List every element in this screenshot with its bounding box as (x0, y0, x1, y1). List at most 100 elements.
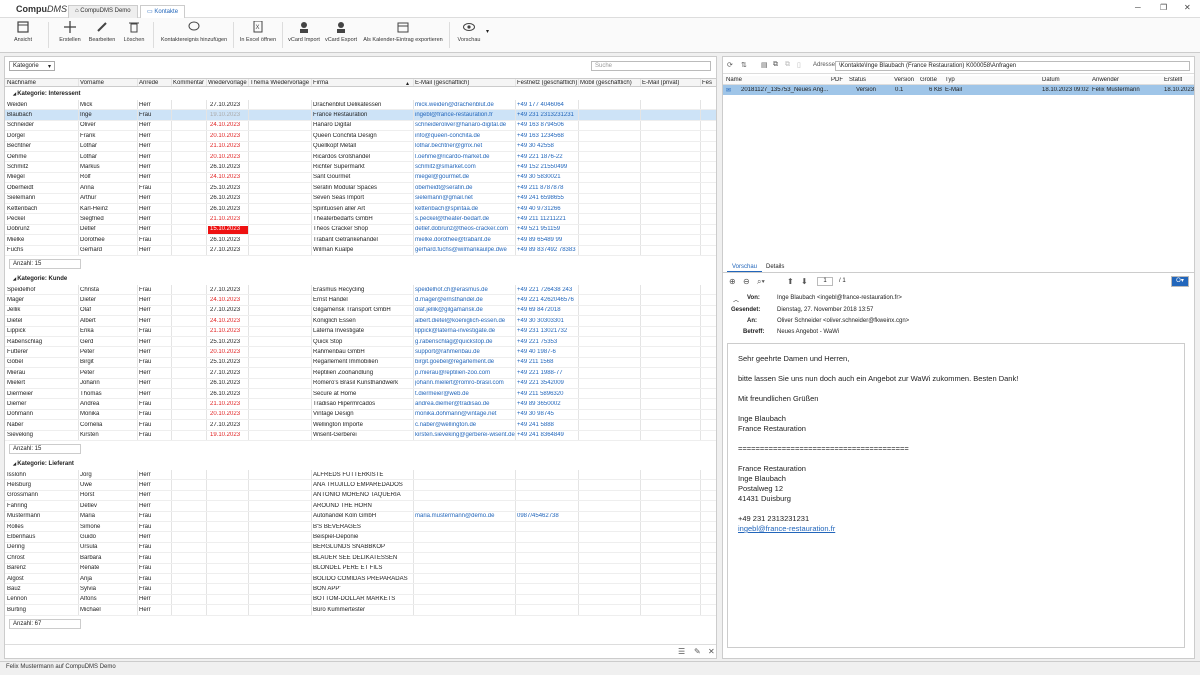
table-row[interactable]: Bauz Sylvia Frau BON APP' (5, 584, 716, 595)
column-header[interactable]: E-Mail (privat) (642, 80, 700, 86)
table-row[interactable]: Mager Dieter Herr 24.10.2023 Ernst Handel d.m… (5, 295, 716, 306)
table-row[interactable]: Dohmann Monika Frau 20.10.2023 Vintage Desig… (5, 409, 716, 421)
table-row[interactable]: Bechtner Lothar Herr 21.10.2023 Quellkopf Me… (5, 141, 716, 152)
column-header[interactable]: Thema Wiedervorlage (250, 80, 312, 86)
table-row[interactable]: Peckel Siegfried Herr 21.10.2023 Theaterbeda… (5, 214, 716, 225)
view-button[interactable]: Ansicht (8, 21, 38, 43)
edit-button[interactable]: Bearbeiten (86, 21, 118, 43)
group-by-select[interactable]: Kategorie ▾ (9, 61, 55, 71)
search-icon[interactable]: ⌕▾ (757, 277, 765, 287)
copy-icon[interactable]: ⧉ (773, 61, 778, 69)
table-row[interactable]: Schmitz Markus Herr 26.10.2023 Richter Super… (5, 162, 716, 173)
table-row[interactable]: Oehme Lothar Herr 20.10.2023 Ricardos Großha… (5, 152, 716, 163)
table-row[interactable]: Barenz Renate Frau BLONDEL PERE ET FILS (5, 563, 716, 574)
column-header[interactable]: Mobil (geschäftlich) (580, 80, 640, 86)
filter-icon[interactable]: ☰ (678, 647, 685, 656)
tab-kontakte[interactable]: ▭ Kontakte (140, 5, 186, 18)
table-row[interactable]: Futterer Peter Herr 20.10.2023 Rahmenbau Gmb… (5, 347, 716, 358)
zoom-in-icon[interactable]: ⊕ (729, 277, 736, 286)
table-row[interactable]: Schneider Oliver Herr 24.10.2023 Hanaro Digi… (5, 120, 716, 132)
arrow-down-icon[interactable]: ⬇ (801, 277, 808, 286)
table-row[interactable]: Fahring Detlev Herr AROUND THE HORN (5, 501, 716, 512)
table-row[interactable]: Rolles Simone Frau B'S BEVERAGES (5, 522, 716, 533)
table-row[interactable]: Isslohn Jörg Herr ALFREDS FUTTERKISTE (5, 470, 716, 481)
table-row[interactable]: Sieveking Kirsten Frau 19.10.2023 Wisent-Ger… (5, 430, 716, 441)
arrow-up-icon[interactable]: ⬆ (787, 277, 794, 286)
column-header[interactable]: Anrede (139, 80, 171, 86)
table-row[interactable]: Helsburg Uwe Herr ANA TRUJILLO EMPAREDADOS (5, 480, 716, 491)
column-header[interactable]: Festnetz (geschäftlich) (517, 80, 579, 86)
address-field[interactable]: \Kontakte\Inge Blaubach (France Restaura… (835, 61, 1190, 71)
tab-preview[interactable]: Vorschau (727, 263, 763, 272)
group-header[interactable]: ◢ Kategorie: Kunde (5, 274, 716, 284)
zoom-out-icon[interactable]: ⊖ (743, 277, 750, 286)
table-row[interactable]: Elbenhaus Guido Herr Beispiel-Deponie (5, 532, 716, 543)
export-calendar-button[interactable]: Als Kalender-Eintrag exportieren (360, 21, 446, 43)
table-row[interactable]: Burting Michael Herr Büro Kummertester (5, 605, 716, 616)
table-row[interactable]: Mielke Dorothee Frau 26.10.2023 Trabant Getr… (5, 235, 716, 246)
table-row[interactable]: Lennon Alfons Herr BOTTOM-DOLLAR MARKETS (5, 594, 716, 606)
group-header[interactable]: ◢ Kategorie: Interessent (5, 89, 716, 99)
table-row[interactable]: Mierau Peter Herr 27.10.2023 Reptilien Zooha… (5, 368, 716, 379)
table-row[interactable]: Speidelhof Christa Frau 27.10.2023 Erasmus R… (5, 285, 716, 296)
table-row[interactable]: Sielemann Arthur Herr 26.10.2023 Seven Seas … (5, 193, 716, 204)
table-row[interactable]: Oberheidt Anna Frau 25.10.2023 Serafin Modul… (5, 183, 716, 194)
tab-details[interactable]: Details (761, 263, 789, 271)
delete-icon[interactable]: ▯ (797, 61, 801, 69)
table-row[interactable]: Diermeier Thomas Herr 26.10.2023 Secure at H… (5, 389, 716, 400)
table-row[interactable]: Rabenschlag Gerd Herr 25.10.2023 Quick Stop g… (5, 337, 716, 348)
table-row[interactable]: Fuchs Gerhard Herr 27.10.2023 Wilman Kualpe g… (5, 245, 716, 256)
preview-button[interactable]: Vorschau (454, 21, 484, 43)
column-header[interactable]: Wiedervorlage (208, 80, 249, 86)
table-row[interactable]: Dobrunz Detlef Herr 15.10.2023 Theos Cracker… (5, 224, 716, 236)
open-in-excel-button[interactable]: X In Excel öffnen (238, 21, 278, 43)
search-input[interactable]: Suche (591, 61, 711, 71)
table-row[interactable]: Kettenbach Karl-Heinz Herr 26.10.2023 Spirit… (5, 204, 716, 215)
table-row[interactable]: Dering Ursula Frau BERGLUNDS SNABBKÖP (5, 542, 716, 554)
vcard-import-button[interactable]: vCard Import (286, 21, 322, 43)
table-row[interactable]: Naber Cornelia Frau 27.10.2023 Wellington Im… (5, 420, 716, 431)
column-header[interactable]: Vorname (80, 80, 136, 86)
table-row[interactable]: Diemer Andrea Frau 21.10.2023 Tradisao Hiper… (5, 399, 716, 410)
mail-email-link[interactable]: ingebl@france-restauration.fr (738, 524, 835, 533)
close-icon[interactable]: ✕ (708, 647, 715, 656)
sort-ascending-icon[interactable]: ▴ (406, 80, 409, 87)
minimize-icon[interactable]: ─ (1135, 3, 1141, 12)
table-row[interactable]: Göbel Birgit Frau 25.10.2023 Regarlement Imm… (5, 357, 716, 369)
close-icon[interactable]: ✕ (1184, 3, 1191, 12)
vcard-export-button[interactable]: vCard Export (323, 21, 359, 43)
table-row[interactable]: Mustermann Maria Frau Autohandel Köln GmbH m… (5, 511, 716, 522)
column-header[interactable]: Fes (702, 80, 716, 86)
table-row[interactable]: Weiden Mick Herr 27.10.2023 Drachenblut Deli… (5, 100, 716, 111)
column-header[interactable]: Nachname (7, 80, 77, 86)
maximize-icon[interactable]: ❐ (1160, 3, 1167, 12)
add-contact-event-button[interactable]: Kontaktereignis hinzufügen (158, 21, 230, 43)
table-row[interactable]: Algost Anja Frau BOLIDO COMIDAS PREPARADAS (5, 574, 716, 585)
column-header[interactable]: Kommentar (173, 80, 207, 86)
refresh-icon[interactable]: ⟳ (727, 61, 733, 69)
document-row[interactable]: ✉ 20181127_135753_Neues Ang... Version 0… (723, 85, 1194, 95)
create-button[interactable]: Erstellen (55, 21, 85, 43)
table-row[interactable]: Mielert Johann Herr 26.10.2023 Romero's Bras… (5, 378, 716, 389)
page-input[interactable]: 1 (817, 277, 833, 286)
table-row[interactable]: Chrost Barbara Frau BLAUER SEE DELIKATESSEN (5, 553, 716, 564)
table-row[interactable]: Lippick Erika Frau 21.10.2023 Laterna Invest… (5, 326, 716, 337)
table-row[interactable]: Grossmann Horst Herr ANTONIO MORENO TAQUERÍ… (5, 490, 716, 502)
document-icon[interactable]: ▤ (761, 61, 768, 69)
pencil-icon[interactable]: ✎ (694, 647, 701, 656)
table-row[interactable]: Dörgel Frank Herr 20.10.2023 Queen Conchita … (5, 131, 716, 142)
table-row[interactable]: Jellik Olaf Herr 27.10.2023 Gilgamensk Trans… (5, 305, 716, 317)
table-row[interactable]: Miegel Rolf Herr 24.10.2023 Sant Gourmet mieg… (5, 172, 716, 184)
paste-icon[interactable]: ⧉ (785, 61, 790, 69)
table-row[interactable]: Dietel Albert Herr 24.10.2023 Königlich Esse… (5, 316, 716, 327)
upload-icon[interactable]: ⇅ (741, 61, 747, 69)
column-header[interactable]: E-Mail (geschäftlich) (415, 80, 515, 86)
tab-compudms-demo[interactable]: ⌂ CompuDMS Demo (68, 5, 138, 18)
outlook-icon[interactable]: O▾ (1171, 276, 1189, 287)
group-header[interactable]: ◢ Kategorie: Lieferant (5, 459, 716, 469)
table-row[interactable]: Blaubach Inge Frau 19.10.2023 France Restaur… (5, 110, 716, 121)
column-header[interactable]: Firma (313, 80, 413, 86)
collapse-icon[interactable]: ︿ (733, 295, 739, 304)
delete-button[interactable]: Löschen (120, 21, 148, 43)
chevron-down-icon[interactable]: ▾ (486, 28, 489, 35)
